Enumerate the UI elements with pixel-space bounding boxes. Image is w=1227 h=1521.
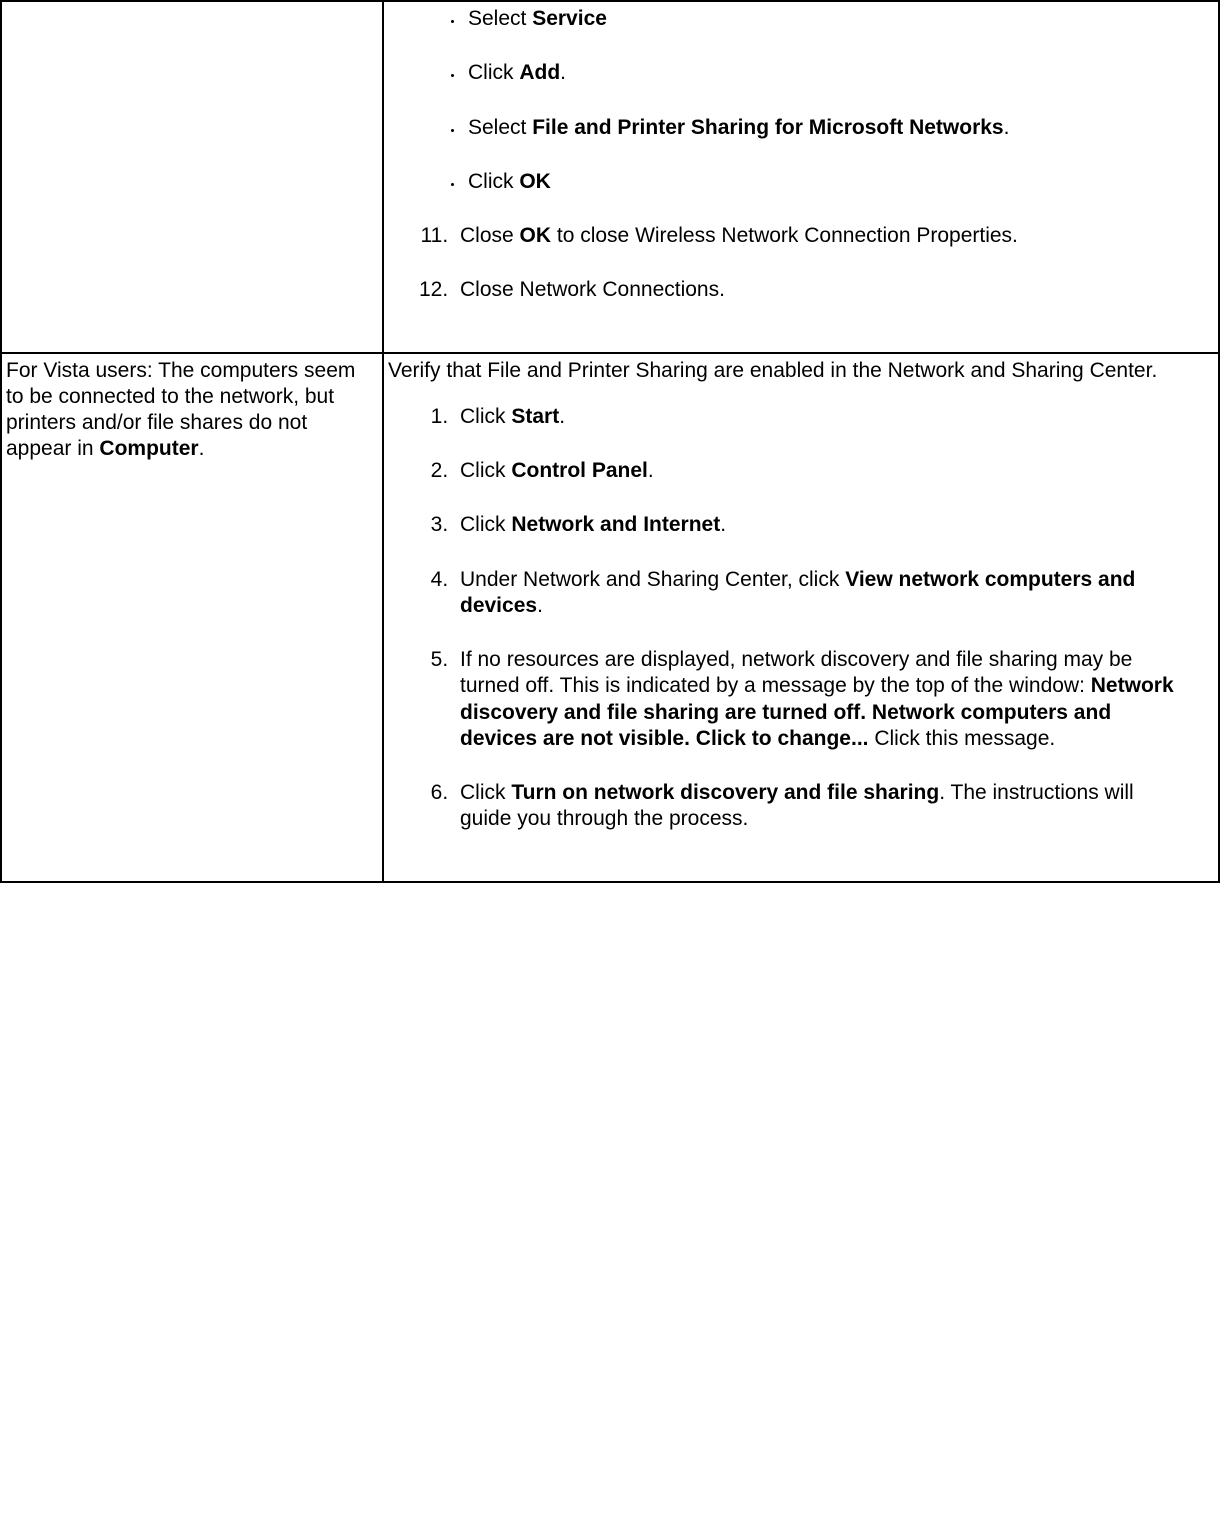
text: . [648,459,654,482]
text: . [560,61,566,84]
list-item: Click Turn on network discovery and file… [454,780,1176,833]
text: . [1004,116,1010,139]
list-item: Select Service [464,6,1176,32]
bold-text: Turn on network discovery and file shari… [511,781,939,804]
text: Click [460,781,511,804]
row2-left-cell: For Vista users: The computers seem to b… [2,354,382,483]
list-item: Click Network and Internet. [454,512,1176,538]
bold-text: Service [532,7,607,30]
text: Click [460,513,511,536]
text: Select [468,116,532,139]
list-item: Click OK [464,169,1176,195]
list-item: Click Control Panel. [454,458,1176,484]
text: . [537,594,543,617]
bold-text: Start [511,405,559,428]
text: Close Network Connections. [460,278,725,301]
row2-numbered-steps: Click Start. Click Control Panel. Click … [388,404,1212,833]
text: . [199,437,205,460]
list-item: Close Network Connections. [454,277,1176,303]
list-item: If no resources are displayed, network d… [454,647,1176,752]
bold-text: Add [519,61,560,84]
bold-text: Computer [99,437,198,460]
text: Click [468,170,519,193]
bold-text: File and Printer Sharing for Microsoft N… [532,116,1003,139]
list-item: Click Start. [454,404,1176,430]
row1-sub-bullets: Select Service Click Add. Select File an… [388,6,1212,195]
row1-left-cell [2,2,382,26]
bold-text: Network and Internet [511,513,720,536]
list-item: Select File and Printer Sharing for Micr… [464,115,1176,141]
problem-description: For Vista users: The computers seem to b… [6,358,370,463]
text: Click this message. [869,727,1056,750]
text: Select [468,7,532,30]
row1-right-cell: Select Service Click Add. Select File an… [384,2,1218,352]
table-row: Select Service Click Add. Select File an… [1,1,1219,353]
bold-text: OK [520,224,552,247]
text: Click [468,61,519,84]
text: . [559,405,565,428]
row2-right-cell: Verify that File and Printer Sharing are… [384,354,1218,881]
troubleshooting-table: Select Service Click Add. Select File an… [0,0,1220,883]
list-item: Click Add. [464,60,1176,86]
text: to close Wireless Network Connection Pro… [551,224,1018,247]
row1-numbered-steps: Close OK to close Wireless Network Conne… [388,223,1212,304]
list-item: Under Network and Sharing Center, click … [454,567,1176,620]
text: Under Network and Sharing Center, click [460,568,845,591]
bold-text: Control Panel [511,459,648,482]
solution-intro: Verify that File and Printer Sharing are… [388,358,1206,384]
table-row: For Vista users: The computers seem to b… [1,353,1219,882]
text: . [720,513,726,536]
bold-text: OK [519,170,551,193]
text: Close [460,224,520,247]
text: If no resources are displayed, network d… [460,648,1132,697]
text: Click [460,405,511,428]
list-item: Close OK to close Wireless Network Conne… [454,223,1176,249]
text: Click [460,459,511,482]
